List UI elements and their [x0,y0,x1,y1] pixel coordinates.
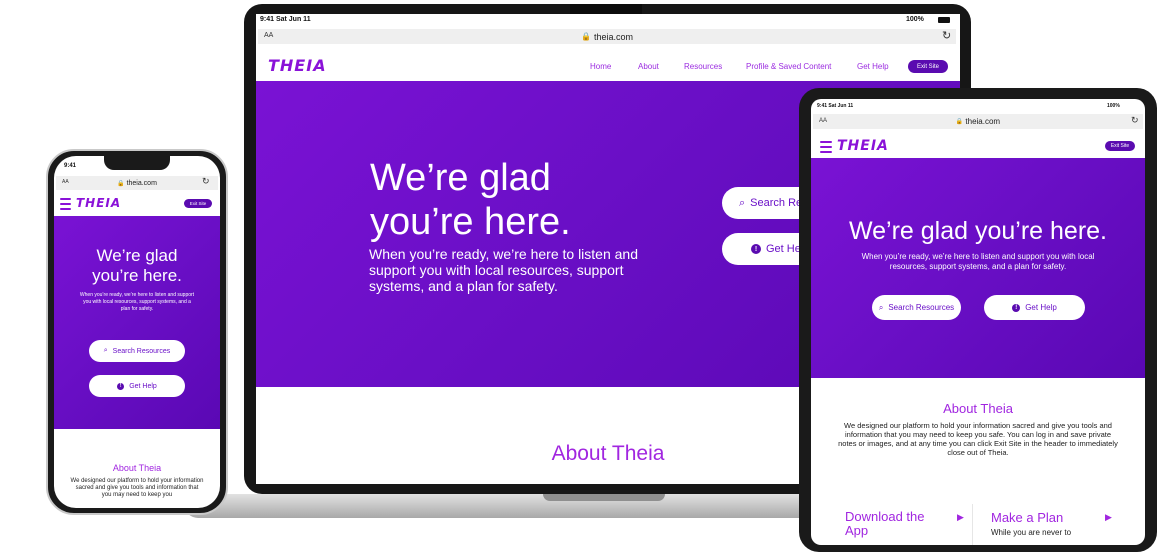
hero-subtext: When you’re ready, we’re here to listen … [369,246,638,294]
theia-logo[interactable]: THEIA [268,56,327,75]
nav-resources[interactable]: Resources [684,62,722,71]
text-size-button[interactable]: AA [819,118,827,124]
about-text: We designed our platform to hold your in… [838,421,1118,457]
laptop-hinge-notch [543,494,665,501]
make-plan-text: While you are never to [991,528,1072,537]
search-resources-label: Search Resources [112,347,171,355]
hero-subtext: When you’re ready, we’re here to listen … [861,252,1095,271]
search-resources-button[interactable]: ⌕ Search Resources [872,295,961,320]
info-icon: ! [117,382,125,390]
phone-screen: 9:41 🔒 theia.com AA ↻ THEIA Exit Site We… [54,156,220,508]
search-icon: ⌕ [103,347,108,354]
info-icon: ! [1012,303,1021,312]
download-app-title: Download the App [845,509,925,538]
info-icon: ! [751,244,761,254]
nav-about[interactable]: About [638,62,659,71]
search-icon: ⌕ [878,302,884,312]
status-time: 9:41 [64,163,77,169]
get-help-button[interactable]: ! Get Help [89,375,185,397]
make-plan-title: Make a Plan [991,510,1064,525]
address-bar[interactable]: 🔒 theia.com [258,29,956,44]
download-app-card[interactable]: Download the App ▶ [839,504,973,545]
make-plan-card[interactable]: Make a Plan ▶ While you are never to [981,504,1121,545]
url-text: theia.com [593,31,633,42]
about-title: About Theia [551,442,665,465]
battery-percent: 100% [906,16,924,23]
about-title: About Theia [112,463,162,473]
nav-home[interactable]: Home [590,62,611,71]
get-help-label: Get Help [129,382,157,390]
theia-logo[interactable]: THEIA [837,138,889,154]
text-size-button[interactable]: AA [62,179,69,185]
tablet-screen: 9:41 Sat Jun 11 100% 🔒 theia.com AA ↻ TH… [811,99,1145,545]
address-bar[interactable]: 🔒 theia.com [813,114,1143,129]
nav-get-help[interactable]: Get Help [857,62,889,71]
hero-subtext: When you’re ready, we’re here to listen … [79,292,195,312]
battery-percent: 100% [1107,103,1120,109]
nav-profile[interactable]: Profile & Saved Content [746,62,831,71]
status-time: 9:41 Sat Jun 11 [817,103,854,109]
exit-site-button[interactable]: Exit Site [1105,141,1135,151]
status-time: 9:41 Sat Jun 11 [260,16,311,23]
phone-notch [104,156,170,170]
url-text: theia.com [965,117,1001,126]
hero-headline: We’re glad you’re here. [92,246,182,285]
search-resources-button[interactable]: ⌕ Search Resources [89,340,185,362]
reload-icon[interactable]: ↻ [1131,115,1139,126]
about-text: We designed our platform to hold your in… [70,478,204,498]
battery-icon [938,17,950,23]
hero-headline: We’re glad you’re here. [370,157,571,243]
about-title: About Theia [943,401,1013,416]
menu-icon[interactable] [60,198,71,210]
text-size-button[interactable]: AA [264,32,273,39]
lock-icon: 🔒 [955,119,964,125]
search-resources-label: Search Resources [888,303,955,312]
get-help-button[interactable]: ! Get Help [984,295,1085,320]
search-icon: ⌕ [739,196,746,209]
lock-icon: 🔒 [581,32,591,41]
reload-icon[interactable]: ↻ [942,29,951,42]
menu-icon[interactable] [820,141,832,153]
exit-site-button[interactable]: Exit Site [184,199,212,208]
theia-logo[interactable]: THEIA [76,196,121,210]
address-bar[interactable]: 🔒 theia.com [56,176,218,190]
play-arrow-icon: ▶ [1105,512,1112,522]
url-text: theia.com [126,179,157,187]
play-arrow-icon: ▶ [957,512,964,522]
get-help-label: Get He [766,243,801,255]
reload-icon[interactable]: ↻ [202,176,210,187]
hero-headline: We’re glad you’re here. [848,217,1107,245]
lock-icon: 🔒 [117,180,125,187]
exit-site-button[interactable]: Exit Site [908,60,948,73]
get-help-label: Get Help [1025,303,1057,312]
